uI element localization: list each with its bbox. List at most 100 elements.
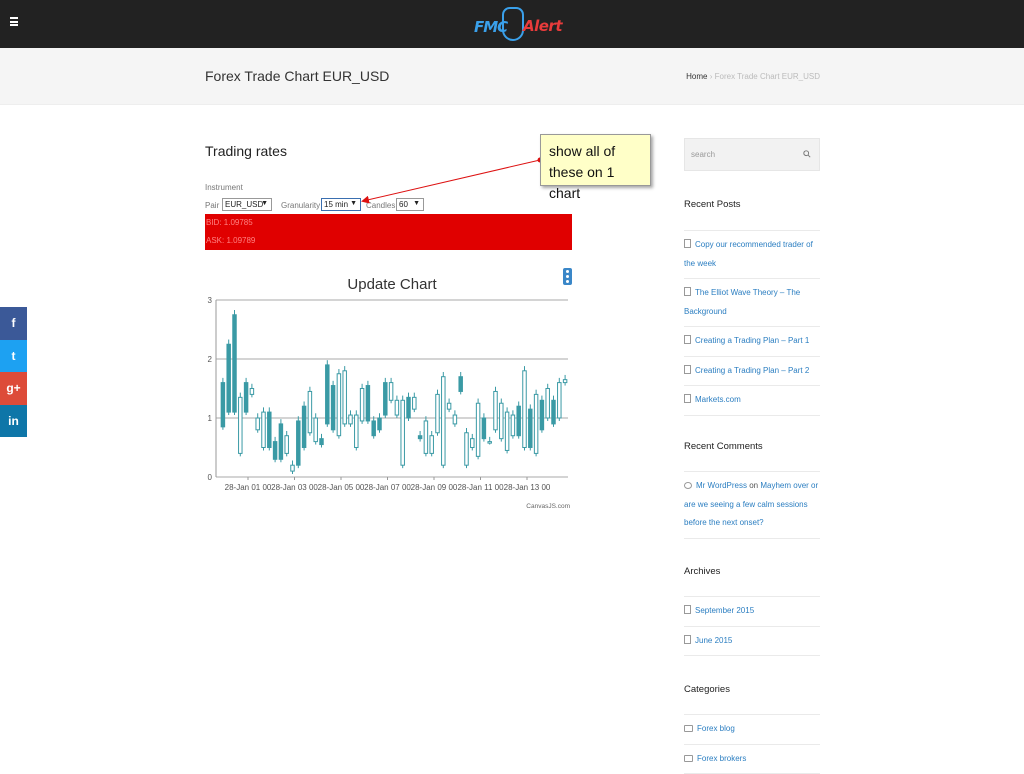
x-tick-label: 28-Jan 09 00 bbox=[411, 483, 458, 492]
candle-body bbox=[297, 421, 300, 465]
comment-author-link[interactable]: Mr WordPress bbox=[696, 481, 747, 490]
recent-post-item-label[interactable]: Creating a Trading Plan – Part 1 bbox=[695, 336, 809, 345]
archives-list: September 2015 June 2015 bbox=[684, 596, 820, 656]
archive-item-label[interactable]: September 2015 bbox=[695, 606, 754, 615]
comment-on-text: on bbox=[749, 481, 758, 490]
candle-body bbox=[552, 400, 555, 424]
candle-body bbox=[302, 406, 305, 447]
candles-select-value: 60 bbox=[399, 200, 408, 209]
google-plus-icon[interactable]: g+ bbox=[0, 372, 27, 405]
top-navbar: FMC Alert bbox=[0, 0, 1024, 48]
candle-body bbox=[459, 377, 462, 392]
candle-body bbox=[494, 391, 497, 429]
granularity-select-value: 15 min bbox=[324, 200, 348, 209]
candle-body bbox=[366, 386, 369, 421]
archives-title: Archives bbox=[684, 566, 720, 577]
candle-body bbox=[244, 383, 247, 413]
recent-post-item[interactable]: Creating a Trading Plan – Part 2 bbox=[684, 356, 820, 386]
candle-body bbox=[511, 415, 514, 436]
category-item[interactable]: Forex blog bbox=[684, 714, 820, 744]
recent-comments-list: Mr WordPress on Mayhem over or are we se… bbox=[684, 471, 820, 539]
candle-body bbox=[279, 424, 282, 459]
recent-post-item[interactable]: Creating a Trading Plan – Part 1 bbox=[684, 326, 820, 356]
recent-comments-title: Recent Comments bbox=[684, 441, 763, 452]
candle-body bbox=[401, 400, 404, 465]
candle-body bbox=[436, 394, 439, 432]
candle-body bbox=[465, 433, 468, 465]
search-input[interactable]: search bbox=[691, 150, 715, 159]
x-tick-label: 28-Jan 05 00 bbox=[318, 483, 365, 492]
category-item-label[interactable]: Forex blog bbox=[697, 724, 735, 733]
candle-body bbox=[233, 315, 236, 412]
document-icon bbox=[684, 605, 691, 614]
candle-body bbox=[558, 383, 561, 418]
candle-body bbox=[430, 436, 433, 454]
candle-body bbox=[331, 386, 334, 430]
annotation-callout: show all of these on 1 chart bbox=[540, 134, 651, 186]
recent-post-item-label[interactable]: The Elliot Wave Theory – The Background bbox=[684, 288, 800, 316]
twitter-icon[interactable]: t bbox=[0, 340, 27, 373]
category-item[interactable]: Forex brokers bbox=[684, 744, 820, 774]
candle-body bbox=[268, 412, 271, 447]
search-box[interactable]: search bbox=[684, 138, 820, 171]
rates-panel: BID: 1.09785 ASK: 1.09789 bbox=[205, 214, 572, 250]
x-tick-label: 28-Jan 07 00 bbox=[364, 483, 411, 492]
recent-posts-title: Recent Posts bbox=[684, 199, 741, 210]
candle-body bbox=[360, 389, 363, 421]
breadcrumb: Home › Forex Trade Chart EUR_USD bbox=[686, 72, 820, 81]
social-share-bar: ftg+in bbox=[0, 307, 27, 437]
comment-icon bbox=[684, 482, 692, 489]
document-icon bbox=[684, 239, 691, 248]
site-logo[interactable]: FMC Alert bbox=[472, 6, 556, 44]
granularity-select[interactable]: 15 min▼ bbox=[321, 198, 361, 211]
chart-title: Update Chart bbox=[347, 276, 437, 293]
page-header: Forex Trade Chart EUR_USD Home › Forex T… bbox=[0, 48, 1024, 105]
pair-select-value: EUR_USD bbox=[225, 200, 263, 209]
candle-body bbox=[476, 403, 479, 456]
search-icon[interactable] bbox=[803, 150, 811, 158]
chart-canvas: Update Chart012328-Jan 01 0028-Jan 03 00… bbox=[200, 268, 580, 516]
candle-body bbox=[320, 439, 323, 445]
x-tick-label: 28-Jan 03 00 bbox=[271, 483, 318, 492]
dropdown-arrow-icon: ▼ bbox=[413, 200, 420, 207]
archive-item[interactable]: June 2015 bbox=[684, 626, 820, 657]
candle-body bbox=[424, 421, 427, 453]
candle-body bbox=[337, 374, 340, 436]
recent-post-item[interactable]: The Elliot Wave Theory – The Background bbox=[684, 278, 820, 326]
recent-post-item[interactable]: Markets.com bbox=[684, 385, 820, 416]
candle-body bbox=[500, 403, 503, 438]
candle-body bbox=[563, 380, 566, 383]
granularity-label: Granularity bbox=[281, 201, 320, 210]
document-icon bbox=[684, 394, 691, 403]
candle-body bbox=[239, 397, 242, 453]
category-item-label[interactable]: Forex brokers bbox=[697, 754, 746, 763]
facebook-icon[interactable]: f bbox=[0, 307, 27, 340]
candlestick-chart: Update Chart012328-Jan 01 0028-Jan 03 00… bbox=[200, 268, 580, 516]
candle-body bbox=[343, 371, 346, 424]
candle-body bbox=[250, 389, 253, 395]
chart-menu-button[interactable] bbox=[563, 268, 572, 285]
x-tick-label: 28-Jan 11 00 bbox=[457, 483, 504, 492]
recent-post-item-label[interactable]: Markets.com bbox=[695, 395, 741, 404]
recent-post-item[interactable]: Copy our recommended trader of the week bbox=[684, 230, 820, 278]
candle-body bbox=[285, 436, 288, 454]
candle-body bbox=[447, 403, 450, 409]
pair-select[interactable]: EUR_USD▼ bbox=[222, 198, 272, 211]
y-tick-label: 2 bbox=[208, 355, 213, 364]
breadcrumb-home-link[interactable]: Home bbox=[686, 72, 707, 81]
candle-body bbox=[471, 439, 474, 448]
recent-post-item-label[interactable]: Creating a Trading Plan – Part 2 bbox=[695, 366, 809, 375]
archive-item[interactable]: September 2015 bbox=[684, 596, 820, 626]
instrument-label: Instrument bbox=[205, 183, 243, 192]
candles-select[interactable]: 60 ▼ bbox=[396, 198, 424, 211]
document-icon bbox=[684, 635, 691, 644]
recent-posts-list: Copy our recommended trader of the week T… bbox=[684, 230, 820, 416]
menu-icon[interactable] bbox=[10, 17, 18, 26]
candle-body bbox=[349, 415, 352, 424]
recent-post-item-label[interactable]: Copy our recommended trader of the week bbox=[684, 240, 813, 268]
archive-item-label[interactable]: June 2015 bbox=[695, 636, 732, 645]
document-icon bbox=[684, 287, 691, 296]
linkedin-icon[interactable]: in bbox=[0, 405, 27, 438]
candle-body bbox=[534, 394, 537, 453]
candle-body bbox=[540, 400, 543, 430]
